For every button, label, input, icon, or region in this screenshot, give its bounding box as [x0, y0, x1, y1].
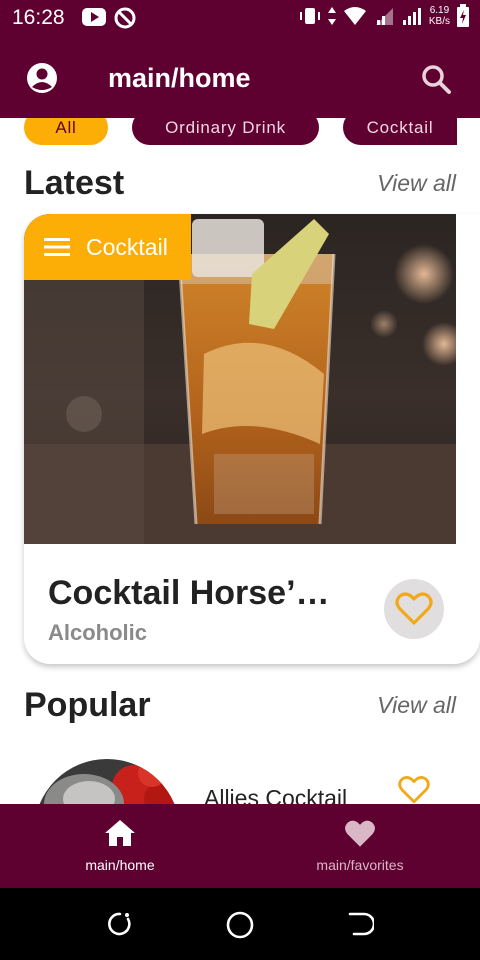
- nav-label-favorites: main/favorites: [316, 857, 404, 873]
- latest-title: Latest: [24, 164, 125, 202]
- category-badge: Cocktail: [24, 214, 191, 280]
- status-time: 16:28: [12, 6, 65, 29]
- list-item[interactable]: Allies Cocktail: [0, 755, 480, 805]
- chip-ordinary-drink[interactable]: Ordinary Drink: [132, 118, 319, 145]
- status-bar: 16:28 6.19 KB/s: [0, 0, 480, 36]
- drink-thumbnail: [34, 759, 180, 805]
- bottom-navigation: main/home main/favorites: [0, 804, 480, 888]
- home-circle-icon[interactable]: [225, 910, 255, 940]
- data-arrows-icon: [327, 7, 336, 25]
- latest-drink-card[interactable]: Cocktail Cocktail Horse’… Alcoholic: [24, 214, 480, 664]
- recents-icon[interactable]: [106, 910, 134, 938]
- drink-name: Cocktail Horse’…: [48, 574, 330, 612]
- latest-view-all-link[interactable]: View all: [377, 170, 456, 197]
- category-badge-label: Cocktail: [86, 233, 168, 260]
- favorite-button[interactable]: [384, 579, 444, 639]
- chip-cocktail[interactable]: Cocktail: [343, 118, 457, 145]
- vpn-icon: [114, 7, 136, 29]
- menu-icon: [44, 238, 70, 256]
- battery-icon: [457, 4, 469, 27]
- category-chips: All Ordinary Drink Cocktail: [0, 118, 480, 148]
- youtube-icon: [82, 8, 106, 26]
- heart-outline-icon: [395, 592, 433, 625]
- chip-all[interactable]: All: [24, 118, 108, 145]
- popular-title: Popular: [24, 686, 151, 724]
- wifi-icon: [343, 7, 366, 25]
- account-circle-icon[interactable]: [26, 62, 58, 94]
- home-icon: [105, 820, 135, 846]
- signal-icon: [375, 8, 393, 25]
- system-navigation-bar: [0, 888, 480, 960]
- nav-label-home: main/home: [85, 857, 155, 873]
- heart-outline-icon[interactable]: [398, 775, 430, 805]
- page-title: main/home: [108, 63, 251, 93]
- popular-drink-name: Allies Cocktail: [204, 785, 348, 805]
- back-icon[interactable]: [346, 910, 374, 938]
- nav-item-favorites[interactable]: main/favorites: [240, 804, 480, 888]
- signal-icon: [402, 8, 421, 25]
- heart-icon: [345, 820, 375, 847]
- app-bar: main/home: [0, 36, 480, 118]
- search-icon[interactable]: [420, 63, 452, 95]
- vibrate-icon: [299, 8, 320, 24]
- popular-view-all-link[interactable]: View all: [377, 692, 456, 719]
- nav-item-home[interactable]: main/home: [0, 804, 240, 888]
- net-speed: 6.19 KB/s: [428, 5, 450, 27]
- drink-alcoholic: Alcoholic: [48, 620, 148, 645]
